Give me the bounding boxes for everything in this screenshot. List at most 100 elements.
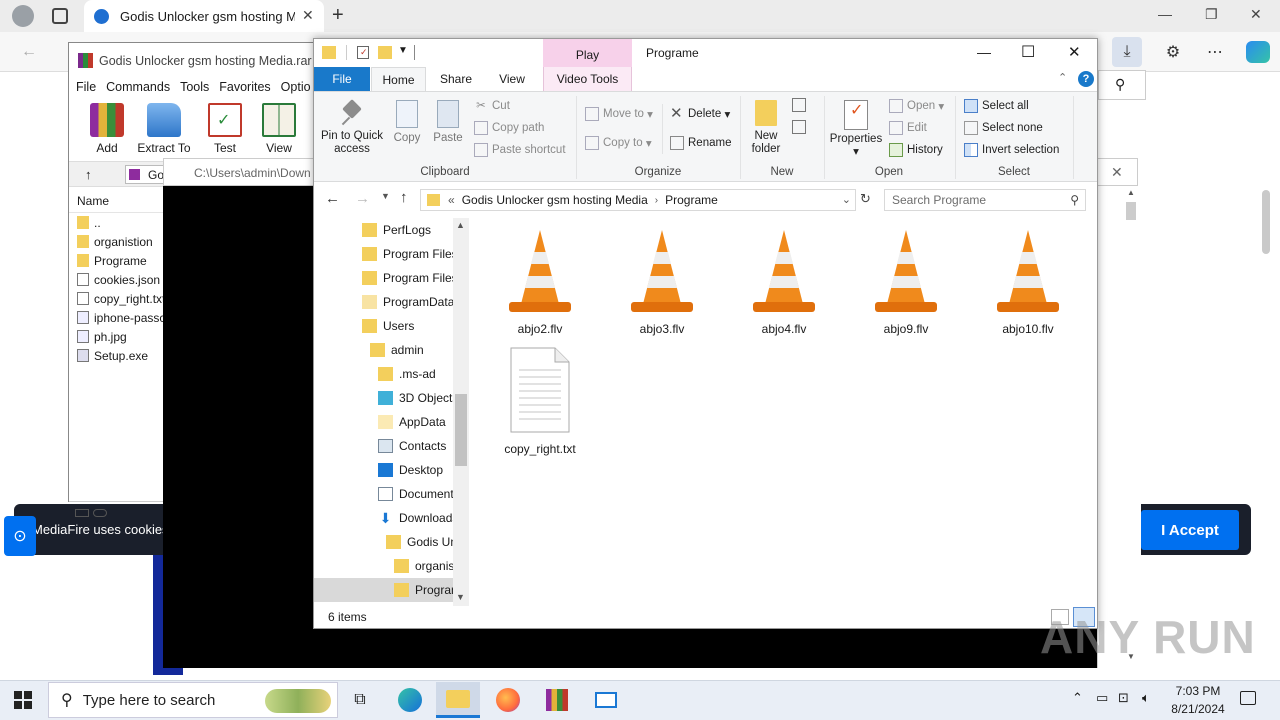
nav-item[interactable]: admin <box>370 338 453 362</box>
tab-share[interactable]: Share <box>430 67 482 91</box>
list-item[interactable]: copy_right.txt <box>69 289 165 308</box>
browser-maximize-button[interactable]: ❐ <box>1205 6 1218 23</box>
back-arrow-icon[interactable]: ← <box>325 190 340 207</box>
more-menu-icon[interactable]: ⋯ <box>1200 37 1230 67</box>
pin-quick-access-button[interactable]: Pin to Quick access <box>318 99 386 156</box>
winrar-view-button[interactable]: View <box>252 101 306 155</box>
list-item[interactable]: iphone-passc <box>69 308 165 327</box>
easy-access-icon[interactable] <box>792 120 806 134</box>
list-item[interactable]: Setup.exe <box>69 346 165 365</box>
open-button[interactable]: Open ▾ <box>889 96 944 116</box>
browser-tab[interactable]: Godis Unlocker gsm hosting Me ✕ <box>84 0 324 32</box>
file-item[interactable]: abjo9.flv <box>856 224 956 336</box>
winrar-extract-button[interactable]: Extract To <box>137 101 191 155</box>
up-arrow-icon[interactable]: ↑ <box>85 167 92 182</box>
explorer-address-bar[interactable]: « Godis Unlocker gsm hosting Media › Pro… <box>420 189 856 211</box>
scroll-up-icon[interactable]: ▲ <box>456 220 465 230</box>
taskbar-search-input[interactable]: ⚲ Type here to search <box>48 682 338 718</box>
clock-date[interactable]: 8/21/2024 <box>1166 702 1230 716</box>
page-scrollbar-thumb[interactable] <box>1262 190 1270 254</box>
nav-item[interactable]: organis <box>394 554 453 578</box>
tab-video-tools[interactable]: Video Tools <box>543 67 632 91</box>
file-item[interactable]: abjo3.flv <box>612 224 712 336</box>
nav-pane-scrollbar[interactable]: ▲ ▼ <box>453 218 469 606</box>
winrar-taskbar-icon[interactable] <box>535 682 579 718</box>
battery-icon[interactable]: ▭ <box>1096 690 1108 706</box>
copilot-icon[interactable] <box>1246 41 1270 63</box>
volume-icon[interactable]: 🔈︎ <box>1142 690 1150 706</box>
nav-item[interactable]: .ms-ad <box>378 362 453 386</box>
explorer-minimize-button[interactable]: — <box>977 44 991 60</box>
browser-minimize-button[interactable]: — <box>1158 6 1172 22</box>
paste-shortcut-button[interactable]: Paste shortcut <box>474 140 566 160</box>
clock-time[interactable]: 7:03 PM <box>1174 684 1222 698</box>
profile-avatar-icon[interactable] <box>12 5 34 27</box>
new-item-icon[interactable] <box>792 98 806 112</box>
file-item[interactable]: abjo4.flv <box>734 224 834 336</box>
nav-item[interactable]: Program Files <box>362 242 453 266</box>
copy-button[interactable]: Copy <box>390 100 424 145</box>
winrar-menu-options[interactable]: Optio <box>276 77 316 97</box>
breadcrumb-item[interactable]: Programe <box>665 193 718 207</box>
cut-button[interactable]: ✂ Cut <box>474 96 510 116</box>
winrar-menu-favorites[interactable]: Favorites <box>214 77 275 97</box>
winrar-column-header[interactable]: Name <box>69 189 165 213</box>
play-context-tab[interactable]: Play <box>543 39 632 67</box>
pin-icon[interactable]: ⚲ <box>1115 76 1125 93</box>
nav-item[interactable]: Desktop <box>378 458 453 482</box>
scroll-down-icon[interactable]: ▼ <box>456 592 465 602</box>
list-item[interactable]: cookies.json <box>69 270 165 289</box>
nav-item[interactable]: Users <box>362 314 453 338</box>
list-item[interactable]: ph.jpg <box>69 327 165 346</box>
invert-selection-button[interactable]: Invert selection <box>964 140 1059 160</box>
explorer-close-button[interactable]: ✕ <box>1068 43 1081 61</box>
edge-browser-icon[interactable] <box>388 682 432 718</box>
winrar-menu-commands[interactable]: Commands <box>101 77 175 97</box>
nav-item[interactable]: Documents <box>378 482 453 506</box>
new-folder-quick-icon[interactable] <box>378 46 392 59</box>
nav-item-selected[interactable]: Program <box>394 578 453 602</box>
firefox-icon[interactable] <box>486 682 530 718</box>
history-button[interactable]: History <box>889 140 943 160</box>
new-folder-button[interactable]: New folder <box>744 100 788 156</box>
nav-item[interactable]: ProgramData <box>362 290 453 314</box>
back-arrow-icon[interactable]: ← <box>14 37 44 67</box>
system-tray-chevron-icon[interactable]: ⌃ <box>1072 690 1083 706</box>
downloads-icon[interactable]: ⤓ <box>1112 37 1142 67</box>
video-scrollbar-thumb[interactable] <box>1126 202 1136 220</box>
scroll-up-icon[interactable]: ▲ <box>1127 188 1135 197</box>
tab-view[interactable]: View <box>486 67 538 91</box>
properties-button[interactable]: ✓ Properties ▾ <box>828 100 884 159</box>
nav-item[interactable]: Godis Un <box>386 530 453 554</box>
nav-item[interactable]: PerfLogs <box>362 218 453 242</box>
tab-home[interactable]: Home <box>371 67 426 91</box>
explorer-maximize-button[interactable]: ☐ <box>1021 42 1035 62</box>
task-view-icon[interactable]: ⧉ <box>338 682 382 718</box>
file-item[interactable]: abjo2.flv <box>490 224 590 336</box>
refresh-icon[interactable]: ↻ <box>860 191 871 207</box>
media-player-taskbar-icon[interactable] <box>584 682 628 718</box>
breadcrumb-item[interactable]: Godis Unlocker gsm hosting Media <box>462 193 648 207</box>
copy-to-button[interactable]: Copy to ▾ <box>585 133 652 153</box>
cookie-settings-icon[interactable]: ⊙ <box>4 516 36 556</box>
winrar-menu-file[interactable]: File <box>69 77 101 97</box>
tab-actions-icon[interactable] <box>52 8 68 24</box>
list-item[interactable]: organistion <box>69 232 165 251</box>
breadcrumb-overflow[interactable]: « <box>448 193 455 207</box>
file-item[interactable]: abjo10.flv <box>978 224 1078 336</box>
new-tab-button[interactable]: + <box>332 4 344 27</box>
tab-close-icon[interactable]: ✕ <box>302 7 314 24</box>
winrar-path-field[interactable]: Go <box>125 165 165 184</box>
nav-item[interactable]: Contacts <box>378 434 453 458</box>
copy-path-button[interactable]: Copy path <box>474 118 544 138</box>
file-item[interactable]: copy_right.txt <box>490 344 590 456</box>
select-all-button[interactable]: Select all <box>964 96 1029 116</box>
quick-access-dropdown-icon[interactable]: ▼ <box>398 45 408 56</box>
nav-item[interactable]: 3D Objects <box>378 386 453 410</box>
nav-scroll-thumb[interactable] <box>455 394 467 466</box>
help-icon[interactable]: ? <box>1078 71 1094 87</box>
list-item[interactable]: .. <box>69 213 165 232</box>
notifications-icon[interactable] <box>1240 691 1256 705</box>
list-item[interactable]: Programe <box>69 251 165 270</box>
recent-locations-icon[interactable]: ▼ <box>381 191 390 201</box>
